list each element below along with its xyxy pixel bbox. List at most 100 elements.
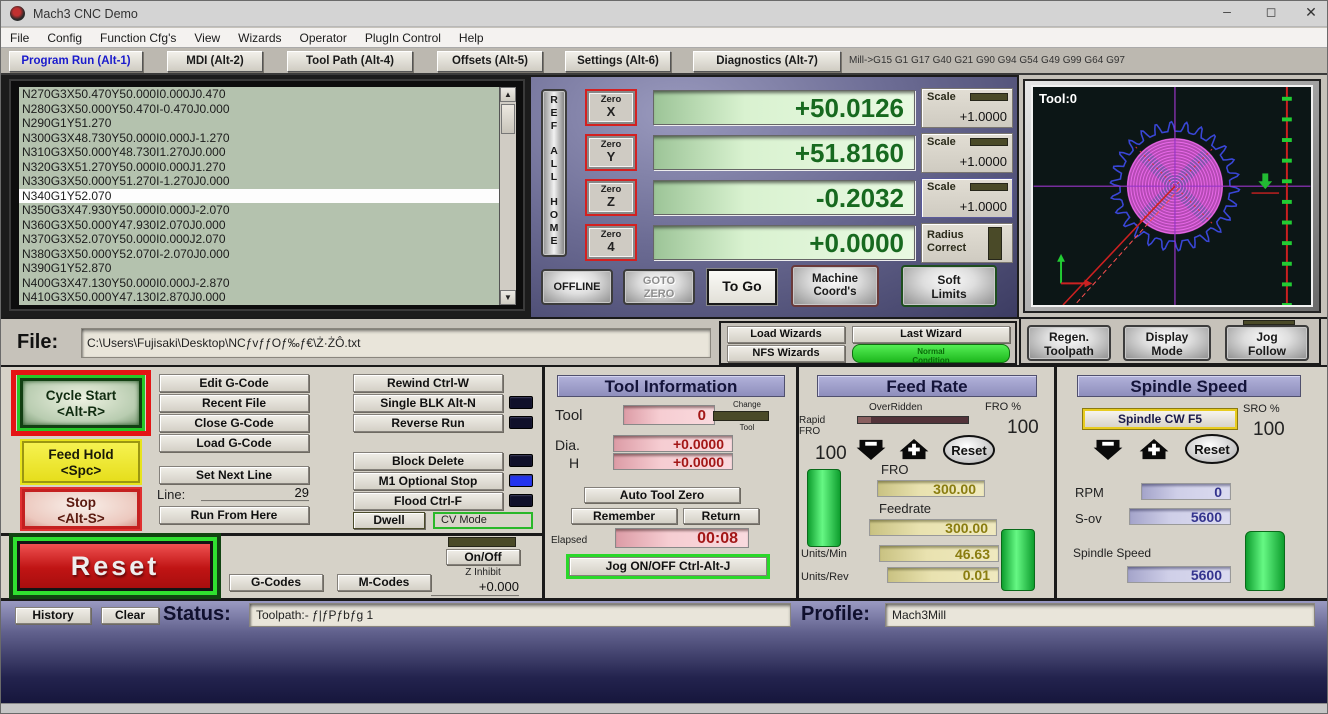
scale-y-box[interactable]: Scale +1.0000 <box>921 133 1013 173</box>
gcode-line[interactable]: N350G3X47.930Y50.000I0.000J-2.070 <box>19 203 499 218</box>
stop-button[interactable]: Stop <Alt-S> <box>22 489 140 529</box>
cv-mode-indicator[interactable]: CV Mode <box>433 512 533 529</box>
gcode-line[interactable]: N290G1Y51.270 <box>19 116 499 131</box>
fro-dro[interactable]: 300.00 <box>877 480 985 497</box>
gcode-line[interactable]: N330G3X50.000Y51.270I-1.270J0.000 <box>19 174 499 189</box>
tab-tool-path[interactable]: Tool Path (Alt-4) <box>287 51 413 72</box>
machine-coords-button[interactable]: Machine Coord's <box>791 265 879 307</box>
rewind-button[interactable]: Rewind Ctrl-W <box>353 374 503 392</box>
gcode-line[interactable]: N360G3X50.000Y47.930I2.070J0.000 <box>19 218 499 233</box>
offline-button[interactable]: OFFLINE <box>541 269 613 305</box>
tool-number-dro[interactable]: 0 <box>623 405 715 425</box>
history-button[interactable]: History <box>15 607 91 624</box>
tab-program-run[interactable]: Program Run (Alt-1) <box>9 51 143 72</box>
ref-all-home-button[interactable]: R E F A L L H O M E <box>541 89 567 257</box>
single-blk-button[interactable]: Single BLK Alt-N <box>353 394 503 412</box>
regen-toolpath-button[interactable]: Regen. Toolpath <box>1027 325 1111 361</box>
g-codes-button[interactable]: G-Codes <box>229 574 323 591</box>
gcode-list[interactable]: N270G3X50.470Y50.000I0.000J0.470 N280G3X… <box>19 87 499 305</box>
load-gcode-button[interactable]: Load G-Code <box>159 434 309 452</box>
fro-increase-button[interactable] <box>899 438 929 461</box>
dro-4-value[interactable]: +0.0000 <box>653 225 915 260</box>
nfs-wizards-button[interactable]: NFS Wizards <box>727 345 845 362</box>
minimize-icon[interactable]: – <box>1207 3 1247 25</box>
profile-field[interactable]: Mach3Mill <box>885 603 1315 627</box>
z-inhibit-value-field[interactable]: +0.000 <box>431 579 519 597</box>
dro-x-value[interactable]: +50.0126 <box>653 90 915 125</box>
reset-button[interactable]: Reset <box>17 541 213 591</box>
spindle-cw-button[interactable]: Spindle CW F5 <box>1083 409 1237 429</box>
gcode-line[interactable]: N370G3X52.070Y50.000I0.000J2.070 <box>19 232 499 247</box>
gcode-line[interactable]: N390G1Y52.870 <box>19 261 499 276</box>
block-delete-button[interactable]: Block Delete <box>353 452 503 470</box>
jog-follow-button[interactable]: Jog Follow <box>1225 325 1309 361</box>
run-from-here-button[interactable]: Run From Here <box>159 506 309 524</box>
recent-file-button[interactable]: Recent File <box>159 394 309 412</box>
scroll-down-icon[interactable]: ▼ <box>500 290 516 305</box>
reverse-run-button[interactable]: Reverse Run <box>353 414 503 432</box>
gcode-line[interactable]: N410G3X50.000Y47.130I2.870J0.000 <box>19 290 499 305</box>
scale-z-box[interactable]: Scale +1.0000 <box>921 178 1013 218</box>
menu-function-cfgs[interactable]: Function Cfg's <box>91 31 185 45</box>
m-codes-button[interactable]: M-Codes <box>337 574 431 591</box>
cycle-start-button[interactable]: Cycle Start <Alt-R> <box>20 378 142 428</box>
menu-operator[interactable]: Operator <box>291 31 356 45</box>
z-inhibit-onoff-button[interactable]: On/Off <box>446 549 520 565</box>
m1-optional-stop-button[interactable]: M1 Optional Stop <box>353 472 503 490</box>
maximize-icon[interactable]: ◻ <box>1251 4 1291 26</box>
close-gcode-button[interactable]: Close G-Code <box>159 414 309 432</box>
return-button[interactable]: Return <box>683 508 759 524</box>
menu-file[interactable]: File <box>1 31 38 45</box>
status-field[interactable]: Toolpath:- ƒ|ƒPƒbƒg 1 <box>249 603 791 627</box>
tab-diagnostics[interactable]: Diagnostics (Alt-7) <box>693 51 841 72</box>
scrollbar-thumb[interactable] <box>501 104 515 134</box>
clear-button[interactable]: Clear <box>101 607 159 624</box>
zero-y-button[interactable]: Zero Y <box>585 134 637 171</box>
h-dro[interactable]: +0.0000 <box>613 453 733 470</box>
fro-reset-button[interactable]: Reset <box>943 435 995 465</box>
edit-gcode-button[interactable]: Edit G-Code <box>159 374 309 392</box>
change-tool-led[interactable] <box>713 411 769 421</box>
fro-decrease-button[interactable] <box>856 438 886 461</box>
menu-plugin-control[interactable]: PlugIn Control <box>356 31 450 45</box>
dia-dro[interactable]: +0.0000 <box>613 435 733 452</box>
menu-config[interactable]: Config <box>38 31 91 45</box>
gcode-line[interactable]: N270G3X50.470Y50.000I0.000J0.470 <box>19 87 499 102</box>
menu-wizards[interactable]: Wizards <box>229 31 290 45</box>
flood-button[interactable]: Flood Ctrl-F <box>353 492 503 510</box>
remember-button[interactable]: Remember <box>571 508 677 524</box>
last-wizard-button[interactable]: Last Wizard <box>852 326 1010 343</box>
sro-increase-button[interactable] <box>1139 438 1169 461</box>
zero-x-button[interactable]: Zero X <box>585 89 637 126</box>
line-number-field[interactable]: 29 <box>201 485 309 502</box>
menu-view[interactable]: View <box>185 31 229 45</box>
sro-decrease-button[interactable] <box>1093 438 1123 461</box>
file-path-field[interactable]: C:\Users\Fujisaki\Desktop\NCƒvƒƒOƒ‰ƒ€\Ż·… <box>81 328 711 358</box>
gcode-line[interactable]: N320G3X51.270Y50.000I0.000J1.270 <box>19 160 499 175</box>
jog-onoff-button[interactable]: Jog ON/OFF Ctrl-Alt-J <box>569 557 767 576</box>
gcode-line-current[interactable]: N340G1Y52.070 <box>19 189 499 204</box>
toolpath-display[interactable]: Tool:0 <box>1031 85 1313 307</box>
sro-reset-button[interactable]: Reset <box>1185 434 1239 464</box>
zero-4-button[interactable]: Zero 4 <box>585 224 637 261</box>
soft-limits-button[interactable]: Soft Limits <box>901 265 997 307</box>
feed-hold-button[interactable]: Feed Hold <Spc> <box>22 441 140 483</box>
display-mode-button[interactable]: Display Mode <box>1123 325 1211 361</box>
to-go-button[interactable]: To Go <box>707 269 777 305</box>
goto-zero-button[interactable]: GOTO ZERO <box>623 269 695 305</box>
dro-z-value[interactable]: -0.2032 <box>653 180 915 215</box>
gcode-line[interactable]: N280G3X50.000Y50.470I-0.470J0.000 <box>19 102 499 117</box>
gcode-scrollbar[interactable]: ▲ ▼ <box>499 87 516 305</box>
auto-tool-zero-button[interactable]: Auto Tool Zero <box>584 487 740 503</box>
radius-correct-box[interactable]: Radius Correct <box>921 223 1013 263</box>
gcode-line[interactable]: N380G3X50.000Y52.070I-2.070J0.000 <box>19 247 499 262</box>
zero-z-button[interactable]: Zero Z <box>585 179 637 216</box>
menu-help[interactable]: Help <box>450 31 493 45</box>
dwell-button[interactable]: Dwell <box>353 512 425 529</box>
gcode-line[interactable]: N310G3X50.000Y48.730I1.270J0.000 <box>19 145 499 160</box>
scroll-up-icon[interactable]: ▲ <box>500 87 516 102</box>
scale-x-box[interactable]: Scale +1.0000 <box>921 88 1013 128</box>
close-icon[interactable]: ✕ <box>1293 4 1328 26</box>
gcode-line[interactable]: N300G3X48.730Y50.000I0.000J-1.270 <box>19 131 499 146</box>
tab-offsets[interactable]: Offsets (Alt-5) <box>437 51 543 72</box>
